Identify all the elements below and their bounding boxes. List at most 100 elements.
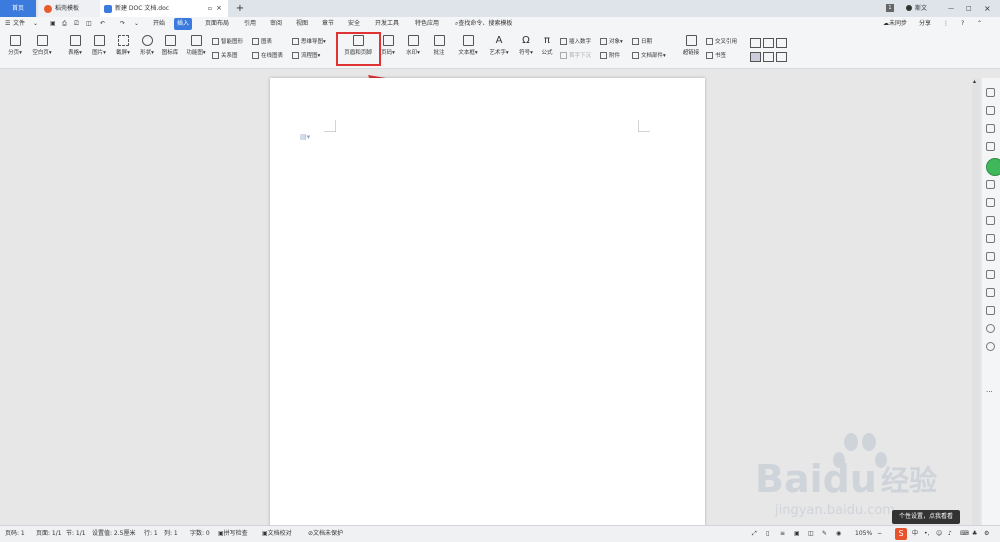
help-circle-icon[interactable] (986, 342, 995, 351)
menu-start[interactable]: 开始 (150, 18, 168, 30)
online-chart-button[interactable]: 在线图表 (252, 51, 283, 61)
tab-document[interactable]: 新建 DOC 文档.doc × ▫ (100, 0, 228, 17)
ime-punct-icon[interactable]: •, (924, 526, 929, 542)
status-words[interactable]: 字数: 0 (190, 526, 210, 542)
ime-keyboard-icon[interactable]: ⌨ (960, 526, 969, 542)
menu-developer[interactable]: 开发工具 (372, 18, 402, 30)
stats-icon[interactable] (986, 198, 995, 207)
maximize-icon[interactable]: □ (966, 0, 972, 17)
zoom-level[interactable]: 105% (855, 526, 872, 542)
menu-insert[interactable]: 插入 (174, 18, 193, 30)
pin-icon[interactable]: ▫ (208, 0, 212, 17)
window-count-badge[interactable]: 1 (886, 4, 894, 12)
layout-grid-icon-6[interactable] (776, 52, 787, 62)
layout-grid-icon-1[interactable] (750, 38, 761, 48)
eye-protect-icon[interactable]: ◉ (836, 526, 841, 542)
read-mode-icon[interactable]: ▯ (766, 526, 769, 542)
function-chart-button[interactable]: 功能图▾ (181, 35, 211, 65)
assistant-badge-icon[interactable] (986, 158, 1000, 176)
archive-icon[interactable] (986, 288, 995, 297)
textbox-button[interactable]: 文本框▾ (453, 35, 483, 65)
mindmap-button[interactable]: 思维导图▾ (292, 37, 326, 47)
settings-sliders-icon[interactable] (986, 216, 995, 225)
page-break-button[interactable]: 分页▾ (0, 35, 30, 65)
bookmark-button[interactable]: 书签 (706, 51, 726, 61)
fill-icon[interactable] (986, 142, 995, 151)
undo-icon[interactable]: ↶ (97, 18, 108, 30)
export-icon-side[interactable] (986, 252, 995, 261)
focus-mode-icon[interactable]: ⤢ (752, 526, 757, 542)
grid-icon[interactable] (986, 180, 995, 189)
preview-icon[interactable]: ◫ (83, 18, 95, 30)
pen-icon[interactable] (986, 88, 995, 97)
comment-button[interactable]: 批注 (424, 35, 454, 65)
redo-icon[interactable]: ↷ (117, 18, 128, 30)
ime-voice-icon[interactable]: ♪ (948, 526, 952, 542)
share-button[interactable]: 分享 (916, 18, 934, 30)
smart-shape-button[interactable]: 智能图形 (212, 37, 243, 47)
document-page[interactable]: ▤▾ (270, 78, 705, 541)
menu-special[interactable]: 特色应用 (412, 18, 442, 30)
menu-page-layout[interactable]: 页面布局 (202, 18, 232, 30)
writing-mode-icon[interactable]: ✎ (822, 526, 827, 542)
file-dropdown-icon[interactable]: ⌄ (30, 18, 41, 30)
more-options-icon[interactable]: ⋮ (940, 18, 952, 30)
proofread-button[interactable]: ▣文档校对 (262, 526, 292, 542)
web-view-icon[interactable]: ◫ (808, 526, 814, 542)
user-name[interactable]: 斯文 (915, 0, 927, 17)
minimize-icon[interactable]: — (948, 0, 954, 17)
layout-grid-icon-5[interactable] (763, 52, 774, 62)
image-icon[interactable] (986, 306, 995, 315)
more-icon[interactable]: ··· (986, 388, 993, 396)
layout-grid-icon-4[interactable] (750, 52, 761, 62)
shapes-icon[interactable] (986, 124, 995, 133)
chart-button[interactable]: 图表 (252, 37, 272, 47)
save-icon[interactable]: ▣ (47, 18, 59, 30)
close-icon[interactable]: × (216, 0, 222, 17)
menu-review[interactable]: 审阅 (267, 18, 285, 30)
insert-number-button[interactable]: 插入数字 (560, 37, 591, 47)
object-button[interactable]: 对象▾ (600, 37, 623, 47)
attachment-button[interactable]: 附件 (600, 51, 620, 61)
help-icon[interactable]: ? (958, 18, 967, 30)
wordart-button[interactable]: A 艺术字▾ (484, 35, 514, 65)
zoom-out-icon[interactable]: − (877, 526, 882, 542)
tab-docer-templates[interactable]: 稻壳模板 (38, 0, 100, 17)
file-menu[interactable]: 文件 (10, 18, 28, 30)
sync-status[interactable]: ☁未同步 (880, 18, 910, 30)
doc-parts-button[interactable]: 文档部件▾ (632, 51, 666, 61)
cross-ref-button[interactable]: 交叉引用 (706, 37, 737, 47)
new-tab-button[interactable]: + (233, 0, 247, 17)
formula-button[interactable]: π 公式 (532, 35, 562, 65)
menu-view[interactable]: 视图 (293, 18, 311, 30)
print-icon[interactable]: ⎚ (71, 18, 82, 30)
ime-chinese-icon[interactable]: 中 (912, 526, 918, 542)
page-view-icon[interactable]: ▣ (794, 526, 800, 542)
layout-grid-icon-3[interactable] (776, 38, 787, 48)
compare-icon[interactable] (986, 270, 995, 279)
outline-view-icon[interactable]: ≡ (780, 526, 785, 542)
flowchart-button[interactable]: 流程图▾ (292, 51, 320, 61)
spell-check-button[interactable]: ▣拼写检查 (218, 526, 248, 542)
blank-page-button[interactable]: 空白页▾ (27, 35, 57, 65)
layout-grid-icon-2[interactable] (763, 38, 774, 48)
menu-security[interactable]: 安全 (345, 18, 363, 30)
paragraph-icon[interactable]: ▤▾ (300, 133, 310, 141)
search-command[interactable]: ⌕查找命令、搜索模板 (452, 18, 515, 30)
cursor-icon[interactable] (986, 106, 995, 115)
protection-status[interactable]: ⊘文档未保护 (308, 526, 343, 542)
ime-skin-icon[interactable]: ♣ (972, 526, 977, 542)
date-button[interactable]: 日期 (632, 37, 652, 47)
more-dropdown-icon[interactable]: ⌄ (131, 18, 142, 30)
sogou-ime-icon[interactable]: S (895, 528, 907, 540)
relation-chart-button[interactable]: 关系图 (212, 51, 238, 61)
drop-cap-button[interactable]: 首字下沉 (560, 51, 591, 61)
menu-reference[interactable]: 引用 (241, 18, 259, 30)
avatar[interactable] (906, 5, 912, 11)
scroll-up-icon[interactable]: ▴ (973, 78, 976, 85)
collapse-ribbon-icon[interactable]: ⌃ (974, 18, 985, 30)
ime-emoji-icon[interactable]: ☺ (936, 526, 942, 542)
location-icon[interactable] (986, 324, 995, 333)
close-window-icon[interactable]: × (984, 0, 991, 17)
export-icon[interactable]: ⎙ (59, 18, 70, 30)
